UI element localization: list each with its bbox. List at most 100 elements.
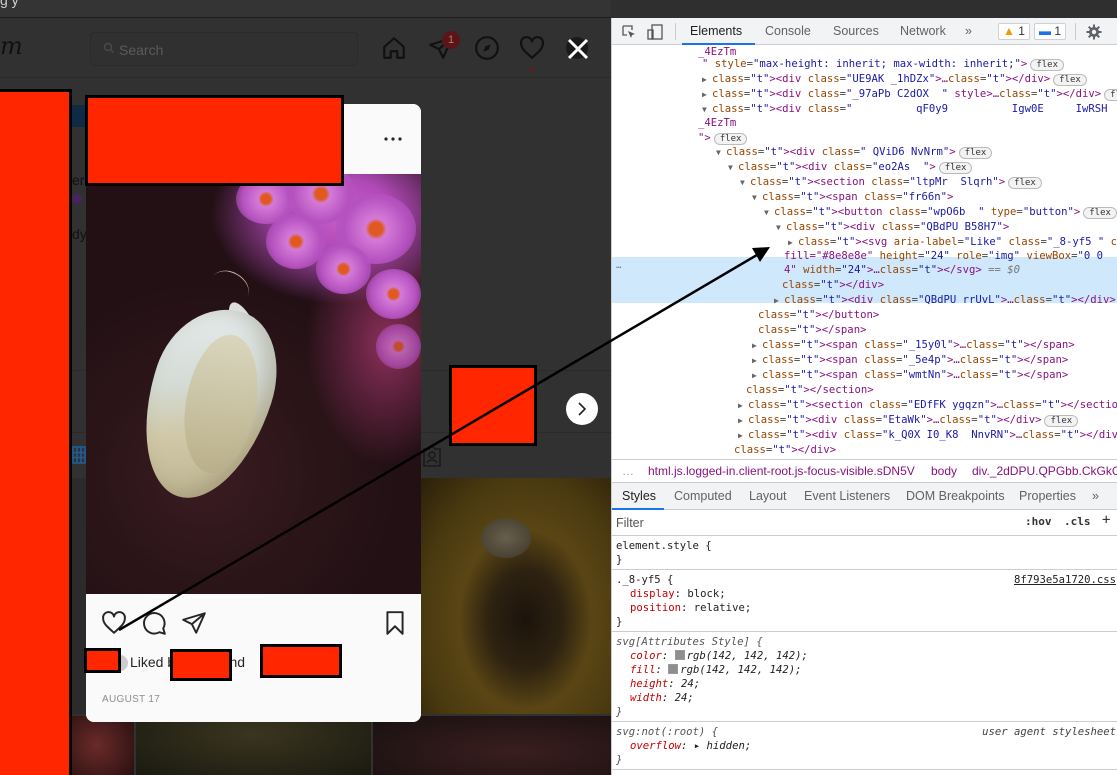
flex-badge[interactable]: flex <box>958 147 993 159</box>
grid-thumbnail-bee-on-flower[interactable] <box>421 478 611 714</box>
tab-dom-breakpoints[interactable]: DOM Breakpoints <box>906 489 1005 503</box>
css-property-value[interactable]: 24; <box>675 692 694 704</box>
more-tabs-button[interactable]: » <box>965 24 972 38</box>
settings-gear-icon[interactable] <box>1086 24 1102 40</box>
css-property-value[interactable]: rgb(142, 142, 142); <box>680 664 801 676</box>
hover-state-toggle[interactable]: :hov <box>1025 515 1052 528</box>
tab-layout[interactable]: Layout <box>749 489 787 503</box>
css-declaration[interactable]: display: block; <box>630 587 726 601</box>
css-property-name[interactable]: position <box>630 602 681 614</box>
instagram-logo[interactable]: m <box>0 32 23 60</box>
rule-selector[interactable]: svg:not(:root) { <box>616 725 718 739</box>
breadcrumb-ellipsis[interactable]: … <box>622 464 634 478</box>
dom-node-line[interactable]: ▶ class="t"><div class="QBdPU rrUvL">…cla… <box>774 293 1116 308</box>
breadcrumb-html[interactable]: html.js.logged-in.client-root.js-focus-v… <box>648 464 915 478</box>
grid-thumbnail[interactable] <box>373 716 611 775</box>
dom-node-line[interactable]: class="t"></div> <box>782 278 884 293</box>
flex-badge[interactable]: flex <box>1030 59 1064 71</box>
tagged-photos-icon[interactable] <box>420 445 444 469</box>
next-post-button[interactable] <box>566 393 598 425</box>
tab-console[interactable]: Console <box>765 24 811 38</box>
css-property-name[interactable]: width <box>630 692 662 704</box>
expand-triangle-right-icon[interactable]: ▶ <box>752 353 762 368</box>
styles-filter-input[interactable] <box>616 513 1016 533</box>
css-property-name[interactable]: color <box>630 650 662 662</box>
share-icon[interactable] <box>181 610 207 636</box>
dom-node-line[interactable]: ▼ class="t"><span class="fr66n"> <box>752 190 953 205</box>
inspect-element-icon[interactable] <box>621 24 637 40</box>
dom-node-line[interactable]: ▶ class="t"><div class="_97aPb C2dOX " st… <box>702 87 1117 102</box>
home-icon[interactable] <box>381 35 407 61</box>
expand-triangle-down-icon[interactable]: ▼ <box>702 102 712 117</box>
post-date[interactable]: AUGUST 17 <box>102 694 160 705</box>
css-property-name[interactable]: fill <box>630 664 656 676</box>
save-bookmark-icon[interactable] <box>382 610 408 636</box>
dom-node-line[interactable]: ▶ class="t"><div class="k_Q0X I0_K8 NnvRN… <box>738 428 1117 443</box>
color-swatch[interactable] <box>674 650 685 660</box>
flex-badge[interactable]: flex <box>1104 89 1117 101</box>
dom-node-selected[interactable]: 4" width="24">…class="t"></svg> == $0 <box>784 263 1020 278</box>
dom-node-line[interactable]: class="t"></div> <box>734 443 836 458</box>
flex-badge[interactable]: flex <box>1008 177 1042 189</box>
rule-source-link[interactable]: 8f793e5a1720.css <box>1014 573 1116 587</box>
css-property-value[interactable]: ▸ hidden; <box>694 740 751 752</box>
activity-heart-icon[interactable] <box>519 35 545 61</box>
explore-compass-icon[interactable] <box>474 35 500 61</box>
tab-elements[interactable]: Elements <box>690 24 742 38</box>
tab-sources[interactable]: Sources <box>833 24 879 38</box>
css-property-value[interactable]: relative; <box>694 602 751 614</box>
tab-event-listeners[interactable]: Event Listeners <box>804 489 890 503</box>
class-toggle[interactable]: .cls <box>1064 515 1091 528</box>
device-toolbar-icon[interactable] <box>647 24 663 40</box>
expand-triangle-down-icon[interactable]: ▼ <box>740 175 750 190</box>
expand-triangle-right-icon[interactable]: ▶ <box>738 428 748 443</box>
dom-node-line[interactable]: class="t"></button> <box>758 308 879 323</box>
posts-grid-icon[interactable] <box>72 446 86 464</box>
expand-triangle-right-icon[interactable]: ▶ <box>702 72 712 87</box>
css-property-name[interactable]: overflow <box>630 740 681 752</box>
expand-triangle-down-icon[interactable]: ▼ <box>716 145 726 160</box>
dom-node-line[interactable]: "> flex <box>698 131 748 146</box>
css-property-value[interactable]: block; <box>687 588 725 600</box>
grid-thumbnail[interactable] <box>72 478 86 714</box>
post-image[interactable] <box>86 174 421 594</box>
flex-badge[interactable]: flex <box>938 162 973 174</box>
dom-node-line[interactable]: _4EzTm <box>698 116 736 131</box>
breadcrumb-body[interactable]: body <box>931 464 957 478</box>
more-styles-tabs-button[interactable]: » <box>1092 489 1099 503</box>
tab-network[interactable]: Network <box>900 24 946 38</box>
expand-triangle-down-icon[interactable]: ▼ <box>776 220 786 235</box>
expand-triangle-right-icon[interactable]: ▶ <box>702 87 712 102</box>
rule-selector[interactable]: element.style { <box>616 539 712 553</box>
breadcrumb-div[interactable]: div._2dDPU.QPGbb.CkGkG <box>972 464 1117 478</box>
css-property-name[interactable]: height <box>630 678 668 690</box>
expand-triangle-right-icon[interactable]: ▶ <box>752 368 762 383</box>
dom-node-selected[interactable]: ▶ class="t"><svg aria-label="Like" class=… <box>788 235 1117 250</box>
flex-badge[interactable]: flex <box>1083 207 1117 219</box>
tab-properties[interactable]: Properties <box>1019 489 1076 503</box>
dom-node-line[interactable]: ▶ class="t"><div class="EtaWk">…class="t"… <box>738 413 1079 428</box>
css-declaration[interactable]: height: 24; <box>630 677 700 691</box>
css-property-name[interactable]: display <box>630 588 675 600</box>
close-icon[interactable] <box>565 36 591 62</box>
dom-node-line[interactable]: ▶ class="t"><span class="_15y0l">…class="… <box>752 338 1075 353</box>
color-swatch[interactable] <box>668 664 679 674</box>
css-declaration[interactable]: fill: rgb(142, 142, 142); <box>630 663 801 677</box>
rule-selector[interactable]: svg[Attributes Style] { <box>616 635 763 649</box>
flex-badge[interactable]: flex <box>713 133 748 145</box>
comment-icon[interactable] <box>141 610 167 636</box>
css-property-value[interactable]: 24; <box>681 678 700 690</box>
expand-triangle-down-icon[interactable]: ▼ <box>728 160 738 175</box>
rule-selector[interactable]: ._8-yf5 { <box>616 573 673 587</box>
dom-node-line[interactable]: " style="max-height: inherit; max-width:… <box>702 57 1064 72</box>
grid-thumbnail[interactable] <box>136 716 371 775</box>
flex-badge[interactable]: flex <box>1044 415 1079 427</box>
grid-thumbnail[interactable] <box>72 716 134 775</box>
dom-node-line[interactable]: ▼ class="t"><div class="QBdPU B58H7"> <box>776 220 1009 235</box>
css-property-value[interactable]: rgb(142, 142, 142); <box>687 650 808 662</box>
search-input[interactable] <box>119 39 339 61</box>
expand-triangle-down-icon[interactable]: ▼ <box>764 205 774 220</box>
dom-node-line[interactable]: ▼ class="t"><div class=" QViD6 NvNrm"> fle… <box>716 145 993 160</box>
expand-triangle-right-icon[interactable]: ▶ <box>738 398 748 413</box>
expand-triangle-right-icon[interactable]: ▶ <box>774 293 784 308</box>
